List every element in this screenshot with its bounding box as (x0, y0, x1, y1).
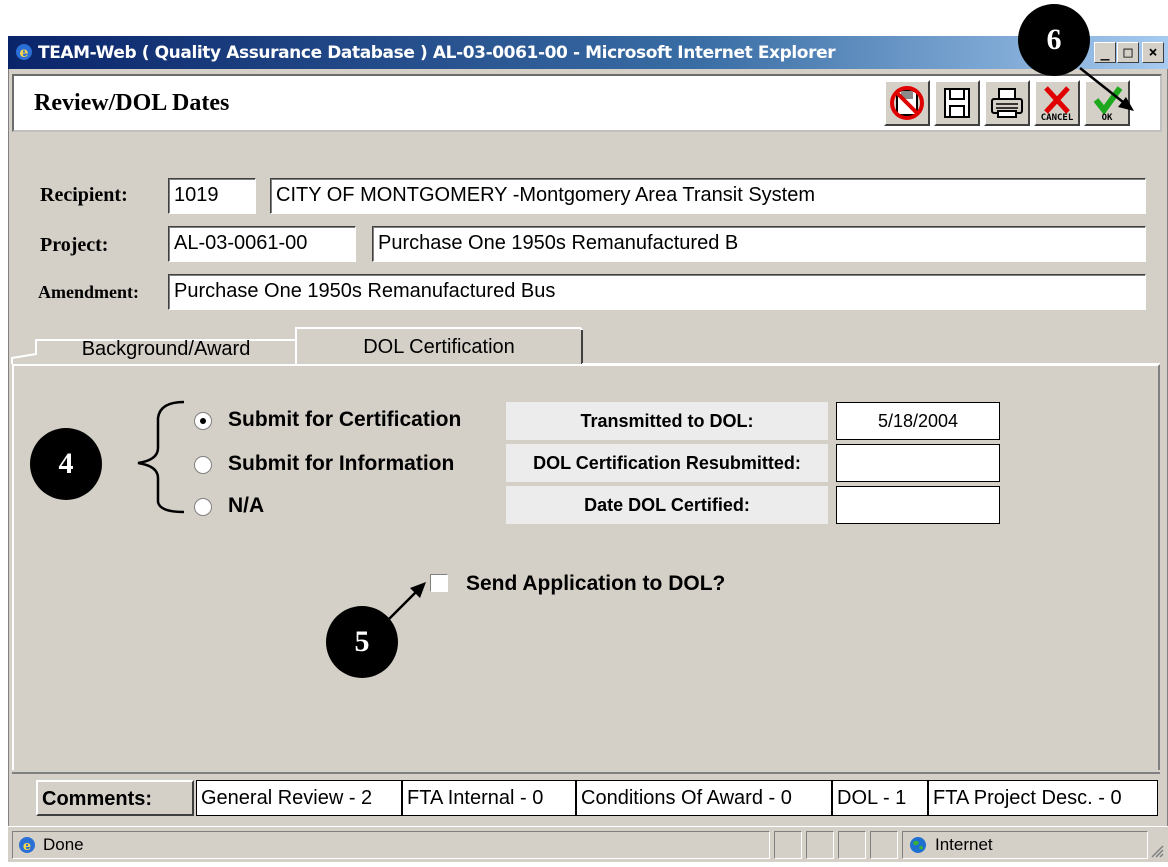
status-text-pane: e Done (12, 831, 770, 859)
minimize-button[interactable]: _ (1094, 42, 1116, 63)
title-bar[interactable]: e TEAM-Web ( Quality Assurance Database … (8, 36, 1168, 69)
save-disk-icon (944, 88, 970, 118)
status-zone-text: Internet (935, 835, 993, 854)
ok-label: OK (1101, 113, 1113, 123)
date-dol-certified-field[interactable] (836, 486, 1000, 524)
project-label: Project: (40, 234, 109, 256)
send-to-dol-checkbox[interactable] (430, 574, 448, 592)
project-id-field[interactable]: AL-03-0061-00 (168, 226, 356, 262)
status-pane-3 (806, 831, 834, 859)
svg-text:e: e (23, 839, 31, 854)
transmitted-to-dol-field[interactable]: 5/18/2004 (836, 402, 1000, 440)
cancel-label: CANCEL (1040, 113, 1074, 123)
comment-conditions-of-award[interactable]: Conditions Of Award - 0 (576, 780, 832, 816)
tab-background-award[interactable]: Background/Award (36, 338, 296, 361)
status-pane-5 (870, 831, 898, 859)
close-button[interactable]: × (1142, 42, 1164, 63)
option-submit-certification-label: Submit for Certification (228, 408, 462, 431)
tab-dol-certification[interactable]: DOL Certification (296, 336, 582, 359)
form-header: Review/DOL Dates CANCEL OK (12, 74, 1162, 132)
save-button[interactable] (934, 80, 980, 126)
recipient-label: Recipient: (40, 184, 128, 206)
amendment-field[interactable]: Purchase One 1950s Remanufactured Bus (168, 274, 1146, 310)
send-to-dol-label: Send Application to DOL? (466, 572, 726, 595)
comments-label: Comments: (36, 780, 194, 816)
comments-bar: Comments: General Review - 2 FTA Interna… (12, 772, 1160, 818)
status-pane-4 (838, 831, 866, 859)
dol-resubmitted-label: DOL Certification Resubmitted: (506, 444, 828, 482)
option-submit-information-label: Submit for Information (228, 452, 455, 475)
dol-resubmitted-field[interactable] (836, 444, 1000, 482)
radio-selected-dot (200, 418, 206, 424)
status-text: Done (43, 835, 84, 854)
status-bar: e Done Internet (8, 826, 1168, 862)
comment-fta-project-desc[interactable]: FTA Project Desc. - 0 (928, 780, 1158, 816)
comment-general-review[interactable]: General Review - 2 (196, 780, 402, 816)
svg-text:e: e (20, 45, 29, 61)
recipient-name-field[interactable]: CITY OF MONTGOMERY -Montgomery Area Tran… (270, 178, 1146, 214)
comment-dol[interactable]: DOL - 1 (832, 780, 928, 816)
page-title: Review/DOL Dates (34, 90, 230, 116)
status-zone-pane: Internet (902, 831, 1148, 859)
radio-submit-certification[interactable] (194, 412, 212, 430)
date-dol-certified-label: Date DOL Certified: (506, 486, 828, 524)
no-disk-icon (890, 86, 924, 120)
ie-icon: e (16, 44, 32, 61)
no-save-button[interactable] (884, 80, 930, 126)
amendment-label: Amendment: (38, 282, 139, 302)
radio-submit-information[interactable] (194, 456, 212, 474)
option-na-label: N/A (228, 494, 265, 517)
resize-grip-icon[interactable] (1150, 844, 1164, 858)
printer-icon (991, 88, 1023, 118)
status-pane-2 (774, 831, 802, 859)
callout-5: 5 (326, 606, 398, 678)
page-done-icon: e (19, 837, 35, 854)
cancel-button[interactable]: CANCEL (1034, 80, 1080, 126)
callout-4: 4 (30, 428, 102, 500)
transmitted-to-dol-label: Transmitted to DOL: (506, 402, 828, 440)
globe-icon (910, 837, 926, 853)
callout-6: 6 (1018, 4, 1090, 76)
window-title: TEAM-Web ( Quality Assurance Database ) … (38, 43, 836, 63)
radio-na[interactable] (194, 498, 212, 516)
maximize-button[interactable]: □ (1117, 42, 1139, 63)
ok-button[interactable]: OK (1084, 80, 1130, 126)
print-button[interactable] (984, 80, 1030, 126)
project-name-field[interactable]: Purchase One 1950s Remanufactured B (372, 226, 1146, 262)
recipient-id-field[interactable]: 1019 (168, 178, 256, 214)
comment-fta-internal[interactable]: FTA Internal - 0 (402, 780, 576, 816)
